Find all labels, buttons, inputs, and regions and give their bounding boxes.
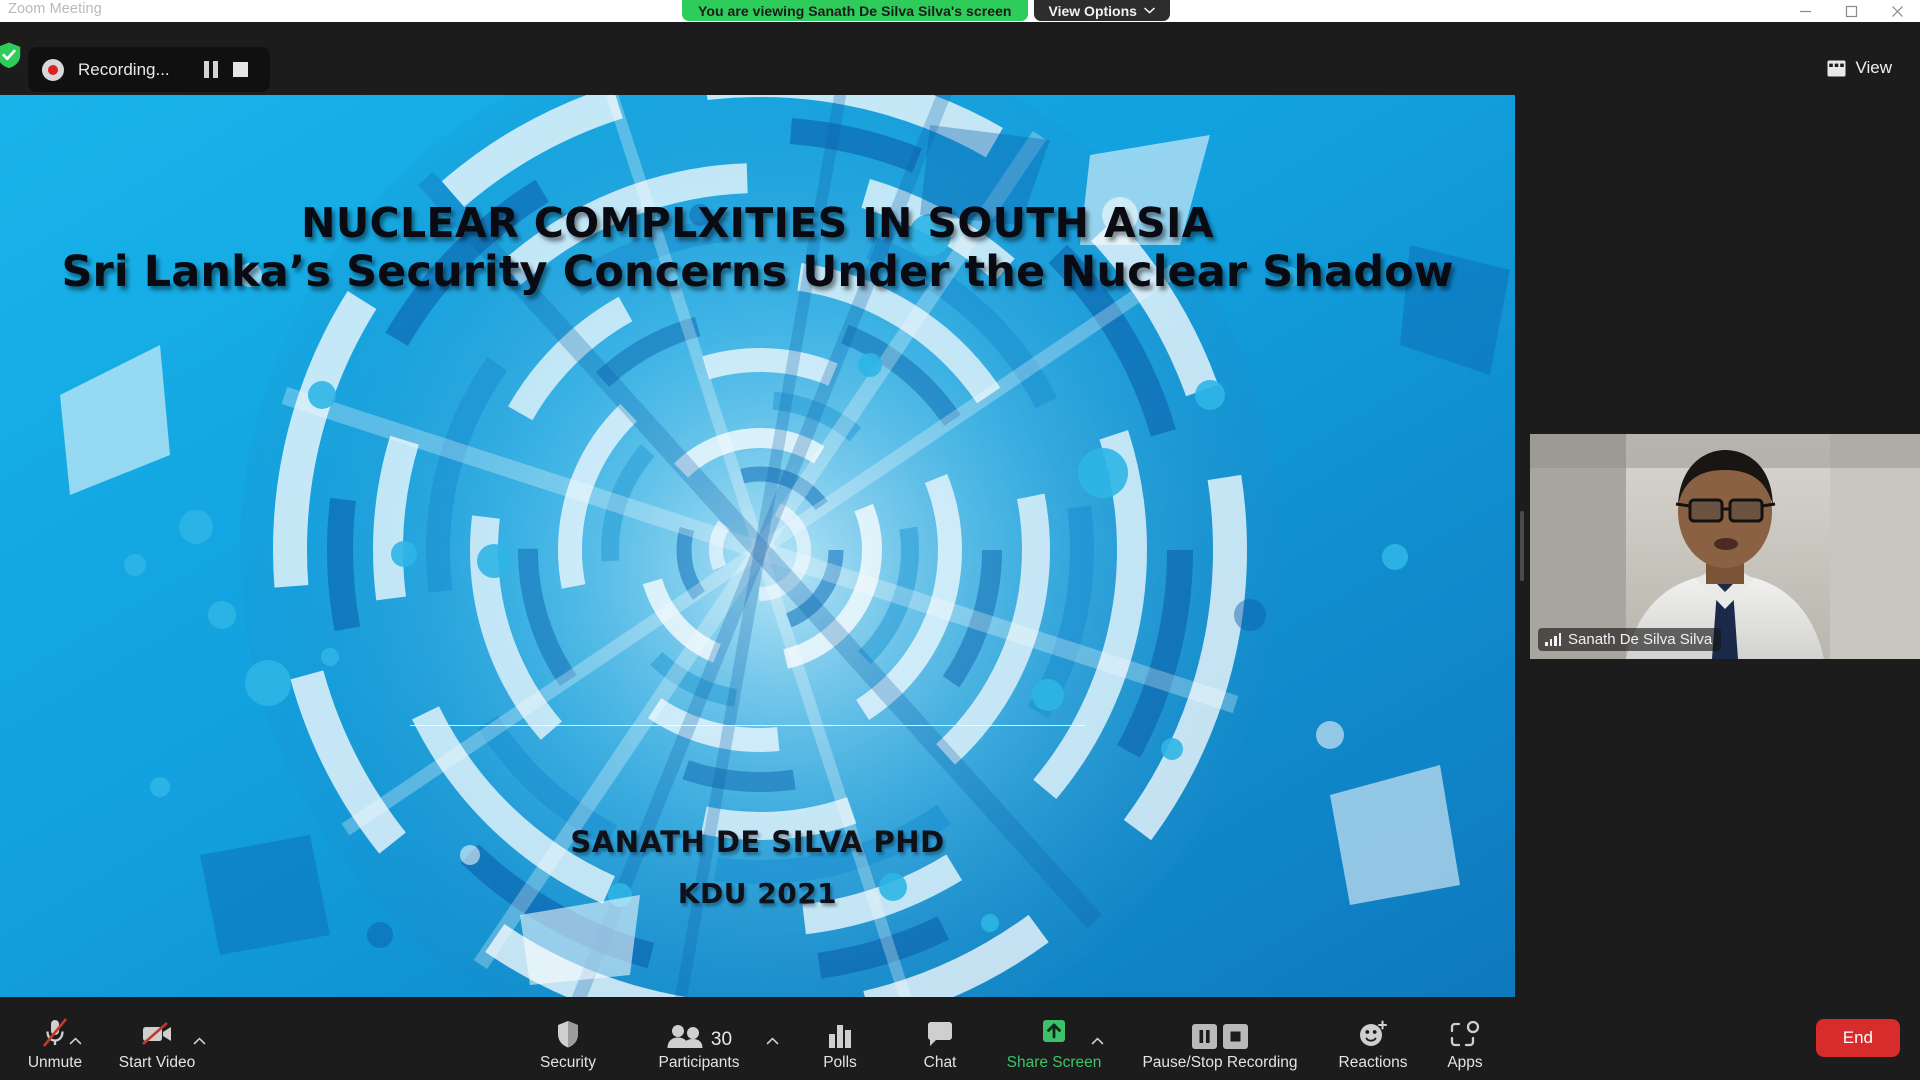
window-maximize-button[interactable] <box>1828 0 1874 22</box>
audio-options-caret[interactable] <box>66 1032 84 1050</box>
slide-organization: KDU 2021 <box>677 877 838 910</box>
chevron-up-icon <box>766 1037 778 1045</box>
pause-recording-button[interactable] <box>196 55 226 85</box>
slide-text-layer: NUCLEAR COMPLXITIES IN SOUTH ASIA Sri La… <box>0 95 1515 997</box>
shield-icon <box>555 1013 581 1049</box>
stop-recording-button[interactable] <box>226 55 256 85</box>
polls-button[interactable]: Polls <box>800 1013 880 1072</box>
maximize-icon <box>1845 5 1857 17</box>
screen-share-banner: You are viewing Sanath De Silva Silva's … <box>682 0 1170 21</box>
share-banner-message: You are viewing Sanath De Silva Silva's … <box>682 0 1028 21</box>
polls-bar-icon <box>826 1013 854 1049</box>
participants-count: 30 <box>710 1029 733 1050</box>
view-options-button[interactable]: View Options <box>1033 0 1170 21</box>
apps-button[interactable]: Apps <box>1422 1013 1508 1072</box>
view-options-label: View Options <box>1048 2 1137 19</box>
record-dot-icon <box>42 58 64 81</box>
shield-check-icon[interactable] <box>0 40 24 70</box>
pause-icon <box>1192 1024 1217 1049</box>
meeting-toolbar: Unmute Start Video Security 30 Participa… <box>0 997 1920 1080</box>
reactions-label: Reactions <box>1338 1054 1408 1071</box>
participants-icon-group: 30 <box>666 1013 732 1049</box>
unmute-label: Unmute <box>27 1054 83 1071</box>
recording-control-bar: Recording... <box>28 47 270 92</box>
share-options-caret[interactable] <box>1088 1032 1106 1050</box>
video-off-icon <box>139 1013 175 1049</box>
signal-bars-icon <box>1545 633 1561 646</box>
participant-video-tile[interactable]: Sanath De Silva Silva <box>1530 434 1920 659</box>
meeting-topbar: Recording... View <box>0 22 1920 92</box>
shared-screen-content[interactable]: NUCLEAR COMPLXITIES IN SOUTH ASIA Sri La… <box>0 95 1515 997</box>
chat-button[interactable]: Chat <box>900 1013 980 1072</box>
reactions-button[interactable]: Reactions <box>1318 1013 1428 1072</box>
participant-name-label: Sanath De Silva Silva <box>1568 631 1713 648</box>
window-minimize-button[interactable] <box>1782 0 1828 22</box>
reactions-smiley-icon <box>1358 1013 1388 1049</box>
apps-label: Apps <box>1447 1054 1483 1071</box>
chevron-up-icon <box>69 1037 81 1045</box>
participants-icon <box>667 1025 703 1048</box>
participants-label: Participants <box>658 1054 740 1071</box>
participants-options-caret[interactable] <box>763 1032 781 1050</box>
chat-bubble-icon <box>925 1013 955 1049</box>
slide-divider <box>410 725 1085 726</box>
window-title: Zoom Meeting <box>8 1 102 17</box>
end-meeting-button[interactable]: End <box>1815 1019 1900 1057</box>
close-icon <box>1891 5 1903 17</box>
slide-author: SANATH DE SILVA PHD <box>570 825 945 859</box>
recording-status-label: Recording... <box>78 59 170 79</box>
minimize-icon <box>1799 10 1811 12</box>
pause-stop-recording-label: Pause/Stop Recording <box>1142 1054 1298 1071</box>
video-options-caret[interactable] <box>190 1032 208 1050</box>
polls-label: Polls <box>823 1054 857 1071</box>
chevron-up-icon <box>193 1037 205 1045</box>
chevron-down-icon <box>1144 7 1155 14</box>
chevron-up-icon <box>1091 1037 1103 1045</box>
grid-view-icon <box>1827 60 1846 76</box>
resize-grip-icon <box>1520 511 1524 581</box>
participant-webcam-image <box>1530 434 1920 659</box>
view-layout-button[interactable]: View <box>1813 49 1906 87</box>
view-button-label: View <box>1855 58 1892 77</box>
stop-icon <box>1223 1024 1248 1049</box>
slide-title-line-2: Sri Lanka’s Security Concerns Under the … <box>61 247 1454 297</box>
security-label: Security <box>540 1054 596 1071</box>
apps-icon <box>1450 1013 1480 1049</box>
unmute-button[interactable]: Unmute <box>12 1013 98 1072</box>
panel-resize-handle[interactable] <box>1515 95 1529 997</box>
window-close-button[interactable] <box>1874 0 1920 22</box>
chat-label: Chat <box>923 1054 957 1071</box>
pause-stop-icon <box>1192 1013 1248 1049</box>
pause-stop-recording-button[interactable]: Pause/Stop Recording <box>1125 1013 1315 1072</box>
participant-name-chip: Sanath De Silva Silva <box>1538 628 1722 651</box>
share-screen-label: Share Screen <box>1006 1054 1102 1071</box>
share-screen-icon <box>1037 1013 1071 1049</box>
participants-button[interactable]: 30 Participants <box>640 1013 758 1072</box>
start-video-label: Start Video <box>118 1054 196 1071</box>
security-button[interactable]: Security <box>528 1013 608 1072</box>
slide-title-line-1: NUCLEAR COMPLXITIES IN SOUTH ASIA <box>301 199 1214 247</box>
